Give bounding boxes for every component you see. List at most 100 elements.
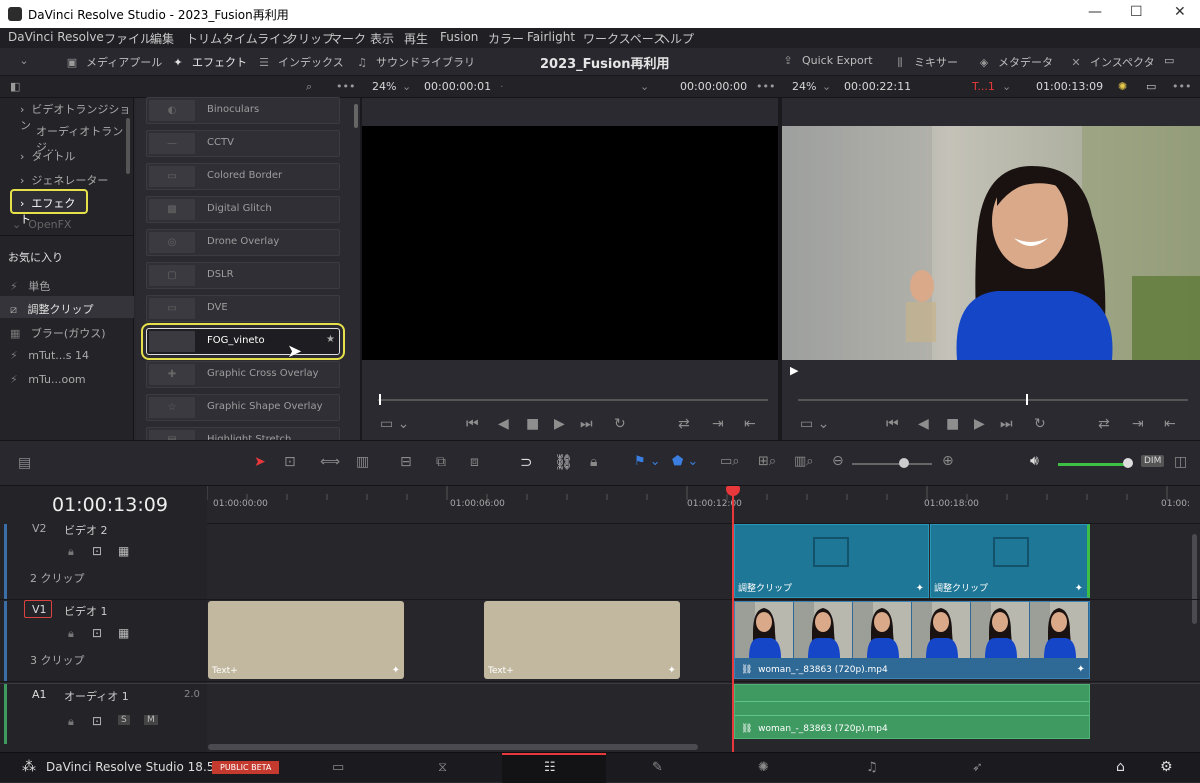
workspace-dropdown[interactable]: ⌄ bbox=[16, 54, 38, 67]
more-options-icon[interactable]: ••• bbox=[336, 80, 355, 93]
inspector-button[interactable]: ✕ インスペクタ bbox=[1068, 54, 1154, 70]
match-frame-icon[interactable]: ⇄ bbox=[1098, 416, 1110, 432]
play-icon[interactable]: ▶ bbox=[554, 416, 565, 432]
menu-item[interactable]: ワークスペース bbox=[583, 30, 665, 47]
metadata-button[interactable]: ◈ メタデータ bbox=[976, 54, 1053, 70]
zoom-custom-icon[interactable]: ▥⌕ bbox=[794, 454, 814, 469]
menu-item[interactable]: クリップ bbox=[286, 30, 334, 47]
menu-item[interactable]: ヘルプ bbox=[658, 30, 694, 47]
timeline-view-options-icon[interactable]: ▤ bbox=[18, 455, 31, 471]
effect-item[interactable]: FOG_vineto ★ ➤ bbox=[141, 323, 345, 362]
effect-item[interactable]: ◎ Drone Overlay bbox=[146, 229, 340, 256]
zoom-full-icon[interactable]: ▭⌕ bbox=[720, 454, 740, 469]
source-viewer[interactable] bbox=[362, 126, 778, 360]
lock-icon[interactable]: 🔒︎ bbox=[68, 545, 74, 559]
prev-edit-icon[interactable]: ⇤ bbox=[1164, 416, 1176, 432]
menu-item[interactable]: Fusion bbox=[440, 30, 478, 44]
source-scrub-bar[interactable] bbox=[378, 399, 768, 401]
solo-button[interactable]: S bbox=[118, 715, 130, 725]
effect-item[interactable]: ▩ Digital Glitch bbox=[146, 196, 340, 223]
step-back-icon[interactable]: ◀ bbox=[918, 416, 929, 432]
selection-tool-icon[interactable]: ➤ bbox=[254, 454, 266, 470]
timeline-zoom[interactable]: 24% bbox=[792, 80, 816, 93]
volume-slider-handle[interactable] bbox=[1123, 458, 1133, 468]
menu-item[interactable]: 表示 bbox=[370, 30, 394, 47]
favorite-item[interactable]: ⚡ 単色 bbox=[10, 278, 50, 294]
viewer-options-icon[interactable]: ▭ ⌄ bbox=[800, 416, 829, 432]
stop-icon[interactable]: ■ bbox=[946, 416, 959, 432]
zoom-slider-handle[interactable] bbox=[899, 458, 909, 468]
favorite-item[interactable]: ⚡ mTu...oom bbox=[10, 373, 86, 386]
skip-forward-icon[interactable]: ⏭ bbox=[580, 416, 593, 432]
zoom-in-icon[interactable]: ⊕ bbox=[942, 453, 954, 469]
color-wheel-icon[interactable]: ✺ bbox=[1118, 80, 1127, 93]
skip-back-icon[interactable]: ⏮ bbox=[886, 416, 899, 432]
menu-item[interactable]: トリム bbox=[186, 30, 222, 47]
audio-clip[interactable]: ⛓ woman_-_83863 (720p).mp4 bbox=[734, 684, 1090, 739]
timeline-ruler[interactable]: 01:00:00:00 01:00:06:00 01:00:12:00 01:0… bbox=[207, 486, 1200, 524]
track-id-v2[interactable]: V2 bbox=[32, 522, 47, 535]
auto-select-icon[interactable]: ⊡ bbox=[92, 714, 102, 728]
track-name-v2[interactable]: ビデオ 2 bbox=[64, 522, 108, 538]
auto-select-icon[interactable]: ⊡ bbox=[92, 544, 102, 558]
viewer-options-icon[interactable]: ▭ ⌄ bbox=[380, 416, 409, 432]
adjustment-clip[interactable]: 調整クリップ ✦ bbox=[930, 524, 1090, 598]
timeline-v-scrollbar[interactable] bbox=[1192, 534, 1197, 624]
volume-slider[interactable] bbox=[1058, 463, 1128, 466]
timeline-h-scrollbar[interactable] bbox=[208, 744, 698, 750]
favorite-star-icon[interactable]: ★ bbox=[326, 334, 335, 345]
zoom-out-icon[interactable]: ⊖ bbox=[832, 453, 844, 469]
timeline-scrub-bar[interactable] bbox=[798, 399, 1188, 401]
tree-item-generators[interactable]: › ジェネレーター bbox=[20, 172, 108, 188]
text-clip[interactable]: Text+ ✦ bbox=[208, 601, 404, 679]
timeline-playhead[interactable] bbox=[732, 489, 734, 752]
chevron-down-icon[interactable]: ⌄ bbox=[402, 80, 411, 93]
quick-export-button[interactable]: ⇪ Quick Export bbox=[780, 54, 872, 67]
minimize-button[interactable]: — bbox=[1088, 4, 1102, 20]
dim-button[interactable]: DIM bbox=[1141, 455, 1165, 467]
effect-item[interactable]: — CCTV bbox=[146, 130, 340, 157]
source-playhead[interactable] bbox=[379, 394, 381, 405]
speaker-icon[interactable]: 🔊︎ bbox=[1030, 453, 1039, 469]
search-icon[interactable]: ⌕ bbox=[306, 80, 312, 94]
timeline-viewer-playhead[interactable] bbox=[1026, 394, 1028, 405]
fusion-page-icon[interactable]: ✎ bbox=[652, 760, 663, 775]
loop-icon[interactable]: ↻ bbox=[614, 416, 626, 432]
media-page-icon[interactable]: ▭ bbox=[332, 760, 344, 775]
tree-scrollbar[interactable] bbox=[126, 118, 130, 174]
video-clip[interactable]: ⛓ woman_-_83863 (720p).mp4 ✦ bbox=[734, 601, 1090, 679]
effect-item[interactable]: ▢ DSLR bbox=[146, 262, 340, 289]
track-id-a1[interactable]: A1 bbox=[32, 688, 47, 701]
color-page-icon[interactable]: ✺ bbox=[758, 760, 769, 775]
more-options-icon[interactable]: ••• bbox=[1172, 80, 1191, 93]
track-name-v1[interactable]: ビデオ 1 bbox=[64, 603, 108, 619]
marker-icon[interactable]: ⬟ ⌄ bbox=[672, 454, 698, 469]
next-edit-icon[interactable]: ⇥ bbox=[1132, 416, 1144, 432]
viewer-mode-icon[interactable]: ▭ bbox=[1146, 80, 1156, 93]
track-name-a1[interactable]: オーディオ 1 bbox=[64, 688, 129, 704]
menu-item[interactable]: Fairlight bbox=[527, 30, 575, 44]
next-edit-icon[interactable]: ⇥ bbox=[712, 416, 724, 432]
effects-scrollbar[interactable] bbox=[354, 104, 358, 128]
effect-item[interactable]: ✚ Graphic Cross Overlay bbox=[146, 361, 340, 388]
favorite-item[interactable]: ⚡ mTut...s 14 bbox=[10, 349, 89, 362]
zoom-slider[interactable] bbox=[852, 463, 932, 465]
effect-item[interactable]: ▭ Colored Border bbox=[146, 163, 340, 190]
index-button[interactable]: ☰ インデックス bbox=[256, 54, 344, 70]
position-lock-icon[interactable]: 🔒︎ bbox=[590, 454, 597, 470]
flag-icon[interactable]: ⚑ ⌄ bbox=[634, 454, 661, 469]
source-zoom[interactable]: 24% bbox=[372, 80, 396, 93]
chevron-down-icon[interactable]: ⌄ bbox=[1002, 80, 1011, 93]
snapping-icon[interactable]: ⊃ bbox=[520, 453, 533, 471]
blade-tool-icon[interactable]: ▥ bbox=[356, 454, 369, 470]
edit-page-tab[interactable]: ☷ bbox=[502, 753, 606, 783]
skip-back-icon[interactable]: ⏮ bbox=[466, 416, 479, 432]
text-clip[interactable]: Text+ ✦ bbox=[484, 601, 680, 679]
favorite-item-selected[interactable]: ⧄ 調整クリップ bbox=[10, 301, 94, 317]
adjustment-clip[interactable]: 調整クリップ ✦ bbox=[734, 524, 929, 598]
monitor-icon[interactable]: ▭ bbox=[1164, 54, 1174, 67]
media-pool-button[interactable]: ▣ メディアプール bbox=[64, 54, 162, 70]
loop-icon[interactable]: ↻ bbox=[1034, 416, 1046, 432]
sound-library-button[interactable]: ♫ サウンドライブラリ bbox=[354, 54, 475, 70]
cut-page-icon[interactable]: ⧖ bbox=[438, 760, 447, 775]
